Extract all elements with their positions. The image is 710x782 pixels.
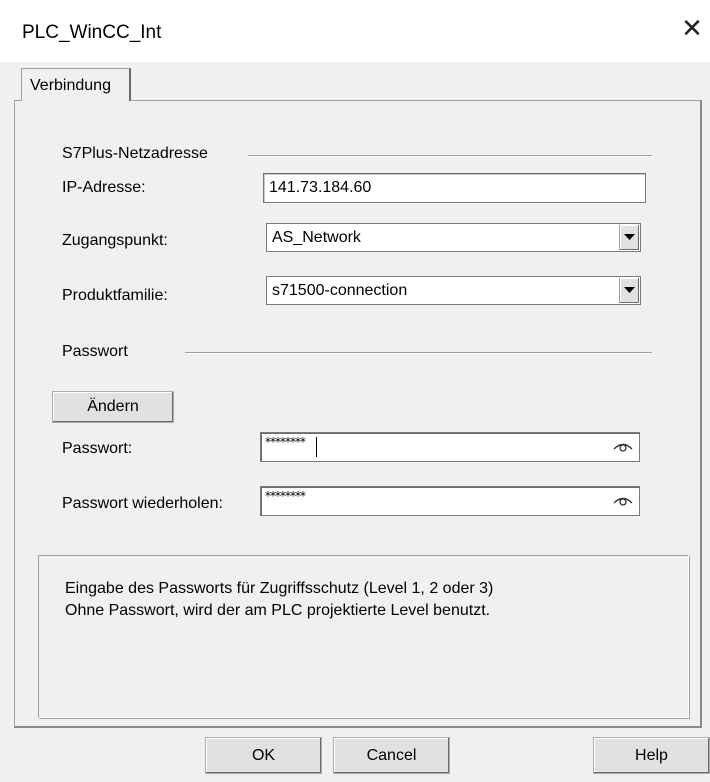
access-point-value: AS_Network — [272, 229, 361, 246]
product-family-value: s71500-connection — [272, 282, 408, 299]
ip-address-label: IP-Adresse: — [62, 179, 146, 196]
tab-verbindung[interactable]: Verbindung — [21, 68, 131, 101]
ip-address-field[interactable]: 141.73.184.60 — [263, 173, 646, 203]
cancel-button[interactable]: Cancel — [333, 737, 450, 774]
chevron-down-icon[interactable] — [619, 225, 639, 250]
password-mask: ******** — [265, 435, 306, 449]
info-text-line-1: Eingabe des Passworts für Zugriffsschutz… — [65, 580, 494, 597]
chevron-down-icon[interactable] — [619, 278, 639, 303]
text-caret — [316, 437, 317, 457]
close-icon[interactable]: ✕ — [680, 15, 704, 41]
help-button[interactable]: Help — [593, 737, 710, 774]
password-label: Passwort: — [62, 440, 133, 457]
title-bar: PLC_WinCC_Int ✕ — [0, 0, 710, 62]
eye-icon[interactable] — [613, 439, 633, 453]
password-group-title: Passwort — [62, 343, 128, 360]
network-group-title: S7Plus-Netzadresse — [62, 145, 208, 162]
group-divider — [185, 352, 652, 354]
eye-icon[interactable] — [613, 493, 633, 507]
product-family-label: Produktfamilie: — [62, 287, 168, 304]
group-divider — [248, 155, 652, 157]
change-password-button[interactable]: Ändern — [52, 391, 174, 423]
window-title: PLC_WinCC_Int — [22, 22, 162, 43]
access-point-label: Zugangspunkt: — [62, 232, 168, 249]
access-point-dropdown[interactable]: AS_Network — [266, 223, 641, 252]
product-family-dropdown[interactable]: s71500-connection — [266, 276, 641, 305]
password-field[interactable]: ******** — [260, 432, 640, 462]
info-text-line-2: Ohne Passwort, wird der am PLC projektie… — [65, 602, 491, 619]
repeat-password-mask: ******** — [265, 489, 306, 503]
repeat-password-field[interactable]: ******** — [260, 486, 640, 516]
ok-button[interactable]: OK — [205, 737, 322, 774]
repeat-password-label: Passwort wiederholen: — [62, 495, 223, 512]
